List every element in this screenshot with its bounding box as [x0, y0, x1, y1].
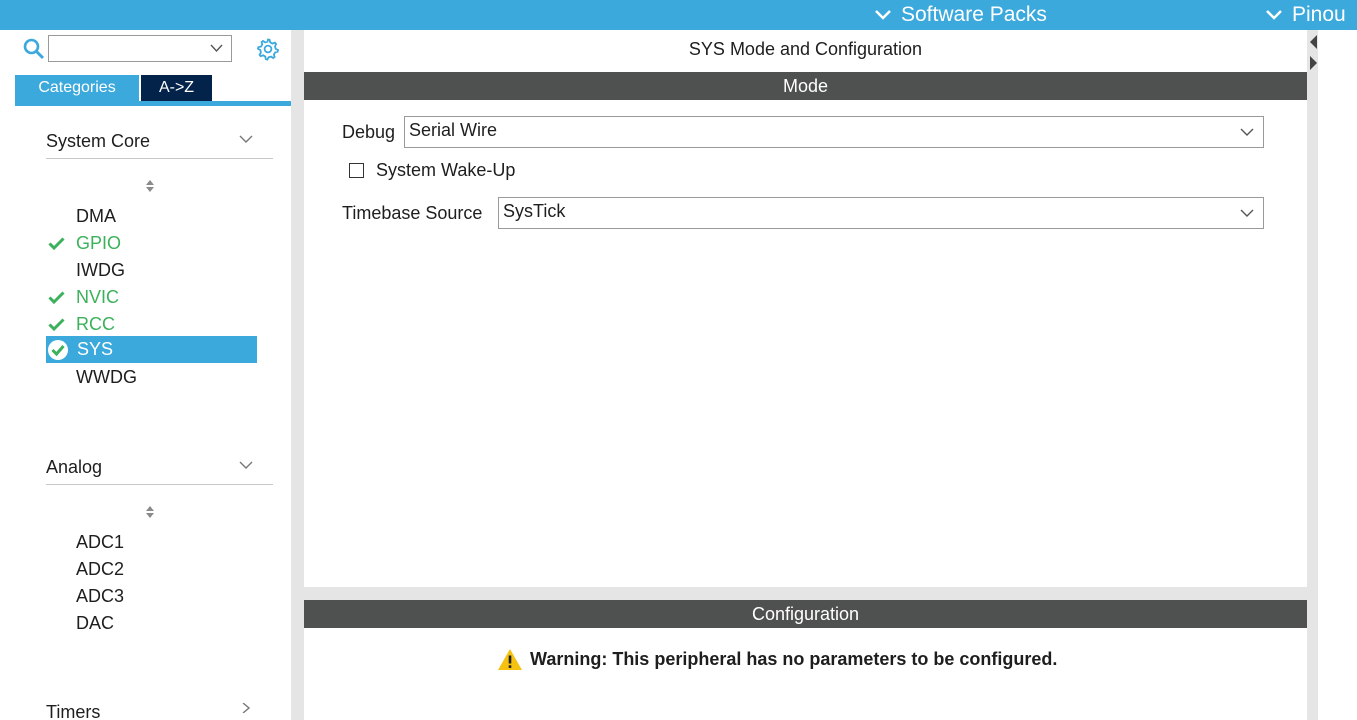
warning-message: Warning: This peripheral has no paramete… [497, 648, 1057, 671]
section-splitter[interactable] [304, 587, 1307, 600]
mode-section-header: Mode [304, 72, 1307, 100]
check-circle-icon [48, 340, 68, 360]
tab-underline [15, 101, 291, 106]
sidebar-item-dma[interactable]: DMA [46, 203, 257, 230]
sidebar-item-label: WWDG [76, 367, 137, 387]
main-panel: SYS Mode and Configuration Mode Debug Se… [304, 30, 1307, 720]
pinout-menu[interactable]: Pinou [1265, 0, 1346, 30]
chevron-down-icon[interactable] [210, 44, 223, 53]
sidebar-item-gpio[interactable]: GPIO [46, 230, 257, 257]
software-packs-label: Software Packs [901, 3, 1047, 26]
category-header-timers[interactable]: Timers [46, 698, 273, 720]
sidebar-item-rcc[interactable]: RCC [46, 311, 257, 338]
chevron-down-icon [1266, 10, 1282, 20]
sort-icon[interactable] [144, 179, 156, 193]
chevron-down-icon[interactable] [1240, 209, 1254, 218]
configuration-section-header: Configuration [304, 600, 1307, 628]
mode-header-label: Mode [782, 75, 829, 96]
sidebar-item-label: SYS [77, 339, 114, 359]
tab-a-to-z[interactable]: A->Z [141, 75, 212, 101]
sidebar-item-label: IWDG [76, 260, 125, 280]
category-title: System Core [46, 131, 151, 151]
tab-a-to-z-label: A->Z [158, 79, 195, 96]
sidebar-item-nvic[interactable]: NVIC [46, 284, 257, 311]
timebase-source-select[interactable]: SysTick [498, 197, 1264, 229]
chevron-down-icon [875, 10, 891, 20]
gear-icon[interactable] [256, 37, 280, 61]
pinout-label: Pinou [1292, 3, 1346, 26]
sidebar-item-sys[interactable]: SYS [46, 336, 257, 363]
software-packs-menu[interactable]: Software Packs [874, 0, 1047, 30]
category-header-system-core[interactable]: System Core [46, 127, 273, 159]
debug-select-value: Serial Wire [409, 120, 498, 140]
warning-text: Warning: This peripheral has no paramete… [530, 649, 1058, 669]
sidebar-item-adc3[interactable]: ADC3 [46, 583, 257, 610]
debug-label: Debug [342, 122, 396, 142]
check-icon [48, 291, 65, 304]
sidebar-item-label: RCC [76, 314, 115, 334]
category-title: Analog [46, 457, 103, 477]
sidebar-item-label: NVIC [76, 287, 120, 307]
check-icon [48, 318, 65, 331]
sidebar-item-label: DMA [76, 206, 116, 226]
chevron-right-icon[interactable] [239, 703, 253, 713]
page-title: SYS Mode and Configuration [688, 39, 923, 59]
chevron-down-icon[interactable] [239, 135, 253, 145]
warning-icon [498, 649, 522, 670]
sort-icon[interactable] [144, 505, 156, 519]
chevron-down-icon[interactable] [1240, 128, 1254, 137]
sidebar-item-dac[interactable]: DAC [46, 610, 257, 637]
sidebar-item-adc2[interactable]: ADC2 [46, 556, 257, 583]
system-wakeup-checkbox[interactable] [349, 163, 364, 178]
sidebar-item-wwdg[interactable]: WWDG [46, 364, 257, 391]
category-header-analog[interactable]: Analog [46, 453, 273, 485]
configuration-header-label: Configuration [751, 603, 860, 624]
sidebar-item-adc1[interactable]: ADC1 [46, 529, 257, 556]
system-wakeup-label[interactable]: System Wake-Up [376, 160, 515, 181]
search-icon[interactable] [22, 37, 46, 61]
collapse-arrows-icon[interactable] [1307, 32, 1318, 72]
sidebar-item-label: GPIO [76, 233, 122, 253]
sidebar-item-label: DAC [76, 613, 115, 633]
chevron-down-icon[interactable] [239, 461, 253, 471]
debug-select[interactable]: Serial Wire [404, 116, 1264, 148]
sidebar-item-label: ADC2 [76, 559, 125, 579]
search-input[interactable] [48, 35, 232, 62]
right-splitter[interactable] [1307, 30, 1318, 720]
timebase-source-label: Timebase Source [342, 203, 483, 223]
check-icon [48, 237, 65, 250]
sidebar-item-label: ADC3 [76, 586, 125, 606]
category-title: Timers [46, 702, 101, 720]
sidebar-item-iwdg[interactable]: IWDG [46, 257, 257, 284]
sidebar: Categories A->Z System Core DMA GPIO IWD… [0, 30, 291, 720]
sidebar-item-label: ADC1 [76, 532, 125, 552]
sidebar-splitter[interactable] [291, 30, 304, 720]
tab-categories[interactable]: Categories [15, 75, 139, 101]
tab-categories-label: Categories [38, 79, 116, 96]
timebase-source-value: SysTick [503, 201, 566, 221]
top-menu-bar [0, 0, 1357, 30]
